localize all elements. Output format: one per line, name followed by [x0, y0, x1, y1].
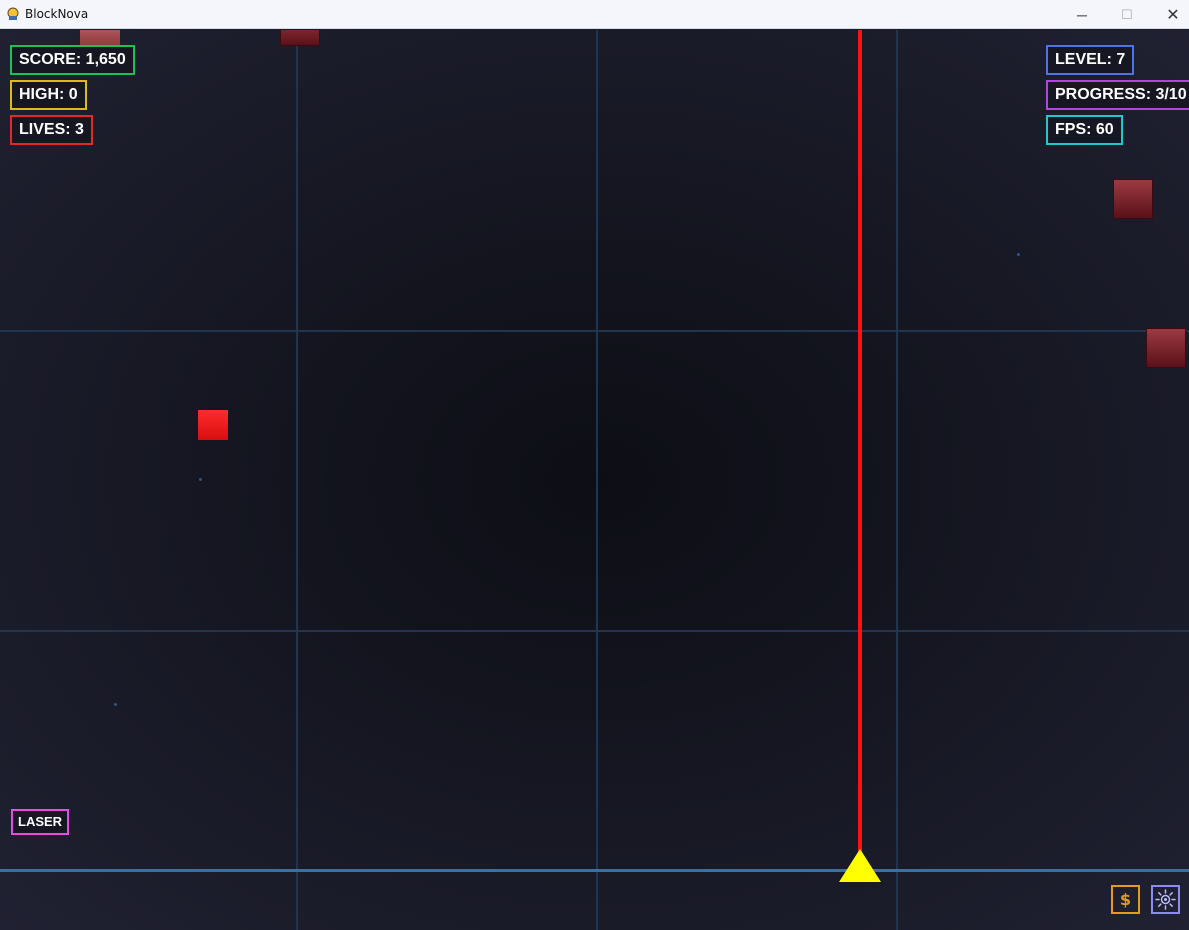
falling-block: [80, 30, 120, 46]
star-particle: [1017, 253, 1020, 256]
player-ship: [839, 849, 881, 882]
high-score-display: HIGH: 0: [10, 80, 87, 110]
lives-display: LIVES: 3: [10, 115, 93, 145]
grid-line: [596, 30, 598, 930]
score-display: SCORE: 1,650: [10, 45, 135, 75]
ground-line: [0, 869, 1189, 872]
falling-block: [1146, 328, 1186, 368]
sun-gear-icon: [1155, 889, 1176, 910]
level-display: LEVEL: 7: [1046, 45, 1135, 75]
laser-beam: [858, 30, 862, 857]
grid-line: [896, 30, 898, 930]
falling-block-hot: [198, 410, 228, 440]
settings-button[interactable]: [1151, 885, 1180, 914]
game-canvas[interactable]: SCORE: 1,650 HIGH: 0 LIVES: 3 LEVEL: 7 P…: [0, 30, 1189, 930]
progress-display: PROGRESS: 3/10: [1046, 80, 1189, 110]
maximize-button[interactable]: ☐: [1104, 0, 1150, 29]
laser-powerup-badge: LASER: [11, 809, 70, 835]
falling-block: [280, 30, 320, 46]
star-particle: [199, 478, 202, 481]
minimize-button[interactable]: ─: [1059, 0, 1105, 29]
window-title: BlockNova: [25, 7, 89, 21]
shop-button[interactable]: $: [1111, 885, 1140, 914]
window-titlebar: BlockNova ─ ☐ ✕: [0, 0, 1189, 29]
falling-block: [1113, 179, 1153, 219]
grid-line: [0, 630, 1189, 632]
dollar-icon: $: [1119, 890, 1132, 909]
star-particle: [114, 703, 117, 706]
close-button[interactable]: ✕: [1150, 0, 1189, 29]
grid-line: [296, 30, 298, 930]
grid-line: [0, 330, 1189, 332]
fps-display: FPS: 60: [1046, 115, 1123, 145]
app-icon: [7, 7, 19, 20]
